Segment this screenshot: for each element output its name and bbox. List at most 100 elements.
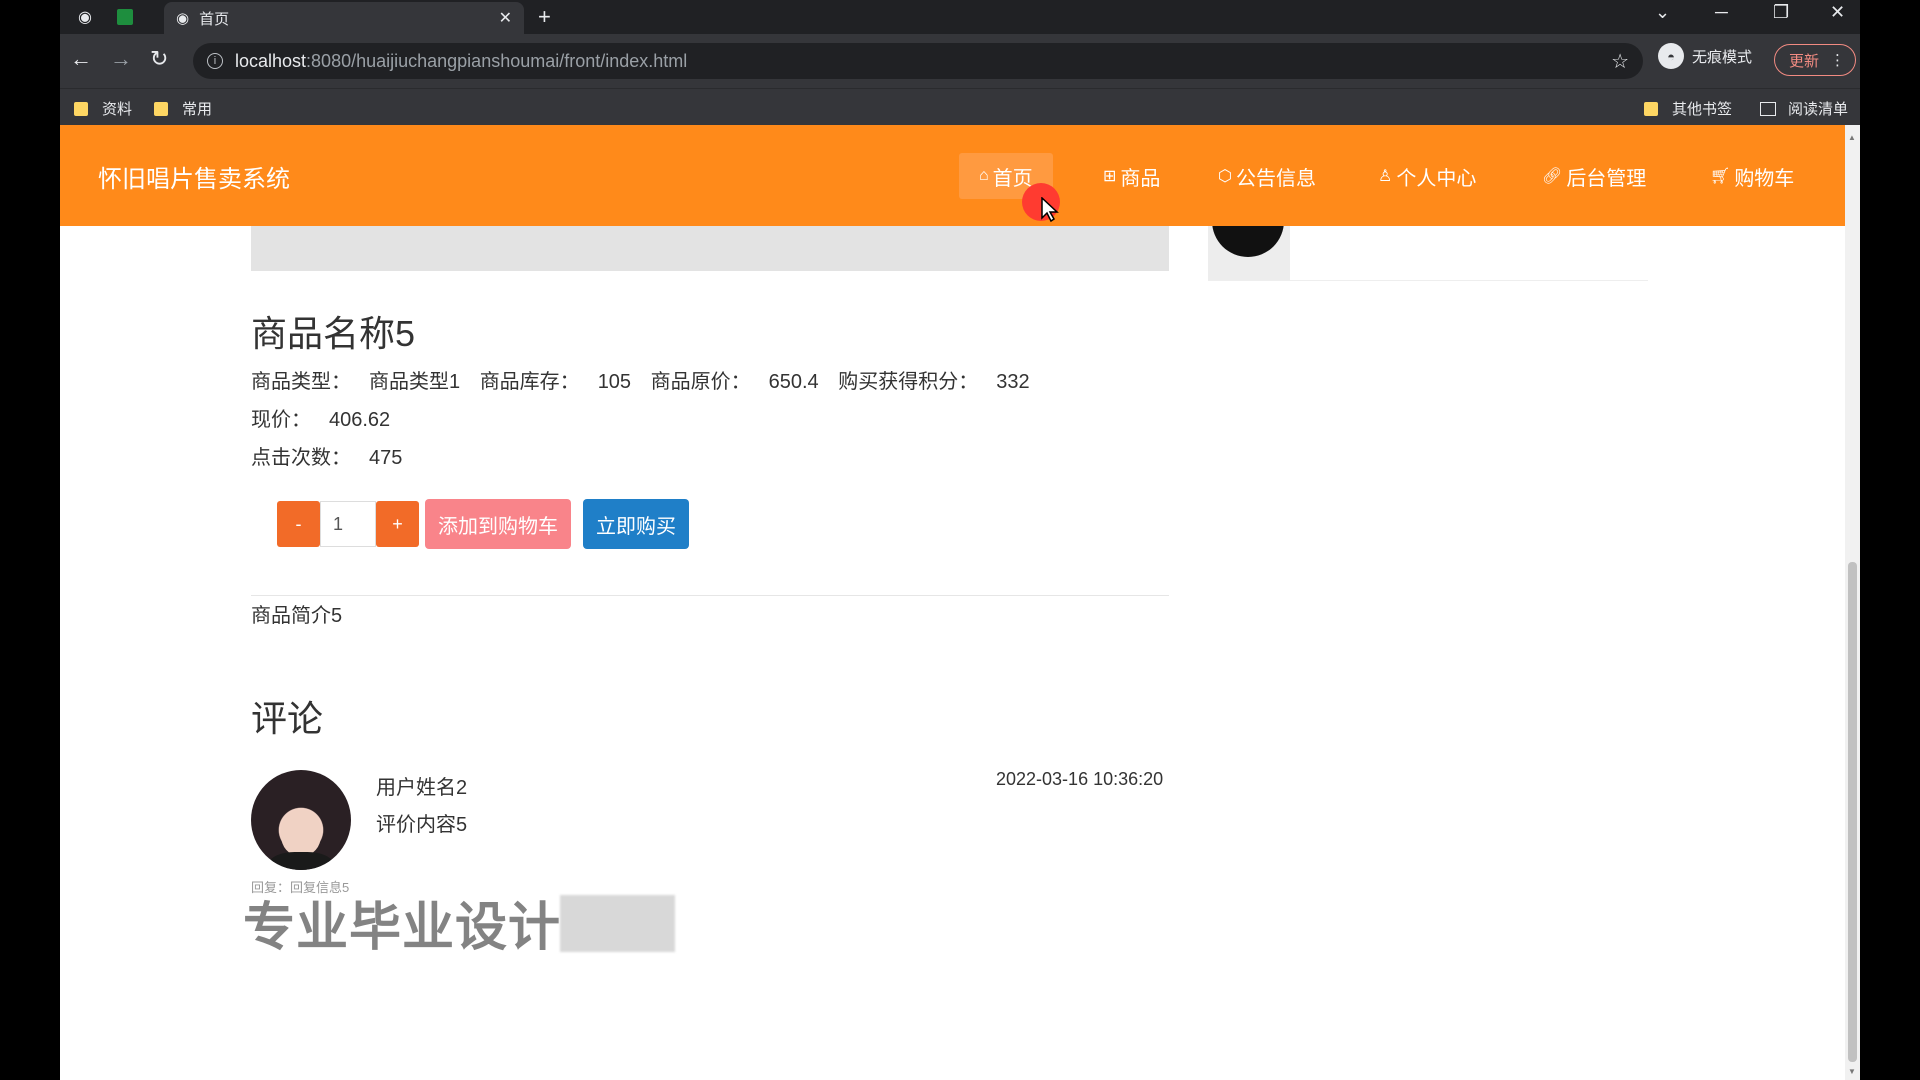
comment-username: 用户姓名2: [376, 777, 468, 799]
avatar-face: [281, 810, 321, 856]
product-image-strip: [251, 221, 1169, 271]
attr-points: 购买获得积分： 332: [838, 371, 1029, 393]
bookmark-label: 其他书签: [1672, 101, 1733, 118]
attr-value: 475: [369, 447, 403, 469]
attr-stock: 商品库存： 105: [480, 371, 631, 393]
attr-value: 332: [996, 371, 1030, 393]
quantity-decrease-button[interactable]: -: [277, 501, 320, 547]
bookmark-folder-other[interactable]: 其他书签: [1644, 98, 1732, 119]
site-title: 怀旧唱片售卖系统: [98, 166, 290, 193]
bookmark-label: 资料: [102, 101, 133, 118]
update-label: 更新: [1789, 52, 1820, 70]
attr-value: 105: [597, 371, 632, 393]
sidebar-divider: [1208, 280, 1648, 281]
new-tab-button[interactable]: +: [538, 4, 551, 30]
attr-original-price: 商品原价： 650.4: [651, 371, 819, 393]
url-host: localhost: [235, 50, 307, 71]
nav-personal-center[interactable]: ♙ 个人中心: [1358, 153, 1496, 199]
attr-label: 商品原价：: [650, 371, 751, 393]
scroll-down-icon[interactable]: ▼: [1848, 1067, 1856, 1076]
folder-icon: [154, 101, 168, 116]
bookmark-label: 阅读清单: [1788, 101, 1849, 118]
mouse-cursor-icon: [1041, 197, 1059, 223]
link-icon: 🔗︎: [1542, 168, 1563, 185]
product-description: 商品简介5: [251, 605, 343, 627]
incognito-icon: ◓: [1658, 43, 1684, 69]
quantity-increase-button[interactable]: +: [376, 501, 419, 547]
nav-cart[interactable]: 🛒︎ 购物车: [1690, 153, 1814, 199]
watermark: 专业毕业设计: [243, 899, 562, 957]
comment-content: 评价内容5: [376, 814, 468, 836]
forward-icon[interactable]: →: [110, 46, 132, 72]
nav-products[interactable]: ⊞ 商品: [1083, 153, 1180, 199]
buy-now-button[interactable]: 立即购买: [583, 499, 689, 549]
user-icon: ♙: [1378, 168, 1393, 185]
incognito-label: 无痕模式: [1692, 48, 1753, 66]
tab-title: 首页: [199, 10, 230, 28]
attr-label: 现价：: [251, 409, 311, 431]
attr-label: 商品库存：: [479, 371, 580, 393]
cube-icon: ⬡: [1218, 168, 1232, 185]
attr-label: 购买获得积分：: [838, 371, 979, 393]
globe-icon: ◉: [176, 10, 190, 27]
product-attributes: 商品类型： 商品类型1 商品库存： 105 商品原价： 650.4 购买获得积分： 33…: [251, 363, 1191, 477]
restore-icon[interactable]: ❐: [1773, 2, 1789, 23]
url-path: :8080/huaijiuchangpianshoumai/front/inde…: [306, 50, 688, 71]
add-to-cart-button[interactable]: 添加到购物车: [425, 499, 571, 549]
attr-clicks: 点击次数： 475: [251, 447, 402, 469]
sheet-tab-icon[interactable]: [112, 5, 138, 29]
close-icon[interactable]: ✕: [499, 8, 512, 28]
attr-value: 650.4: [768, 371, 819, 393]
tab-active[interactable]: ◉ 首页 ✕: [164, 2, 524, 34]
cart-icon: 🛒︎: [1710, 168, 1731, 185]
update-button[interactable]: 更新 ⋮: [1774, 44, 1856, 76]
nav-announcements[interactable]: ⬡ 公告信息: [1198, 153, 1336, 199]
tab-strip: ◉ ◉ 首页 ✕ + ⌄ ─ ❐ ✕: [60, 0, 1860, 34]
folder-icon: [74, 101, 88, 116]
back-icon[interactable]: ←: [70, 46, 92, 72]
bookmark-folder[interactable]: 资料: [74, 98, 132, 119]
scrollbar-thumb[interactable]: [1848, 562, 1857, 1062]
site-header: 怀旧唱片售卖系统 ⌂ 首页 ⊞ 商品 ⬡ 公告信息 ♙ 个人中心 🔗︎ 后台管理: [60, 125, 1845, 226]
menu-dots-icon[interactable]: ⋮: [1830, 51, 1845, 69]
nav-label: 商品: [1120, 167, 1161, 190]
star-icon[interactable]: ☆: [1611, 49, 1629, 74]
minimize-icon[interactable]: ─: [1715, 2, 1728, 23]
comments-title: 评论: [251, 698, 324, 739]
chevron-down-icon[interactable]: ⌄: [1655, 2, 1670, 23]
reading-list-icon: [1760, 101, 1776, 116]
nav-admin[interactable]: 🔗︎ 后台管理: [1522, 153, 1666, 199]
grid-icon: ⊞: [1103, 168, 1117, 185]
browser-chrome: ◉ ◉ 首页 ✕ + ⌄ ─ ❐ ✕ ← → ↻ i localhost:808…: [60, 0, 1860, 125]
window-close-icon[interactable]: ✕: [1830, 2, 1845, 23]
avatar-shirt: [269, 852, 333, 870]
comment-timestamp: 2022-03-16 10:36:20: [996, 769, 1164, 789]
info-icon[interactable]: i: [207, 53, 223, 69]
quantity-input[interactable]: [320, 501, 376, 547]
incognito-indicator[interactable]: ◓ 无痕模式: [1658, 43, 1752, 69]
nav-label: 个人中心: [1396, 167, 1477, 190]
nav-label: 购物车: [1734, 167, 1795, 190]
bookmark-folder[interactable]: 常用: [154, 98, 212, 119]
attr-current-price: 现价： 406.62: [251, 409, 390, 431]
reading-list[interactable]: 阅读清单: [1760, 98, 1848, 119]
product-name: 商品名称5: [251, 313, 416, 354]
attr-label: 商品类型：: [251, 371, 351, 393]
home-icon: ⌂: [979, 167, 989, 184]
page-scrollbar[interactable]: ▲ ▼: [1845, 125, 1860, 1080]
scroll-up-icon[interactable]: ▲: [1848, 133, 1856, 142]
reload-icon[interactable]: ↻: [150, 46, 168, 72]
nav-label: 首页: [992, 167, 1033, 190]
avatar: [251, 770, 351, 870]
web-page: 怀旧唱片售卖系统 ⌂ 首页 ⊞ 商品 ⬡ 公告信息 ♙ 个人中心 🔗︎ 后台管理: [60, 125, 1845, 1080]
globe-icon[interactable]: ◉: [72, 5, 98, 29]
nav-label: 后台管理: [1566, 167, 1647, 190]
attr-value: 406.62: [329, 409, 391, 431]
browser-toolbar: ← → ↻ i localhost:8080/huaijiuchangpians…: [60, 34, 1860, 88]
attr-type: 商品类型： 商品类型1: [251, 371, 460, 393]
nav-label: 公告信息: [1235, 167, 1316, 190]
address-bar[interactable]: i localhost:8080/huaijiuchangpianshoumai…: [193, 43, 1643, 79]
folder-icon: [1644, 101, 1658, 116]
attr-value: 商品类型1: [369, 371, 461, 393]
attr-label: 点击次数：: [251, 447, 351, 469]
